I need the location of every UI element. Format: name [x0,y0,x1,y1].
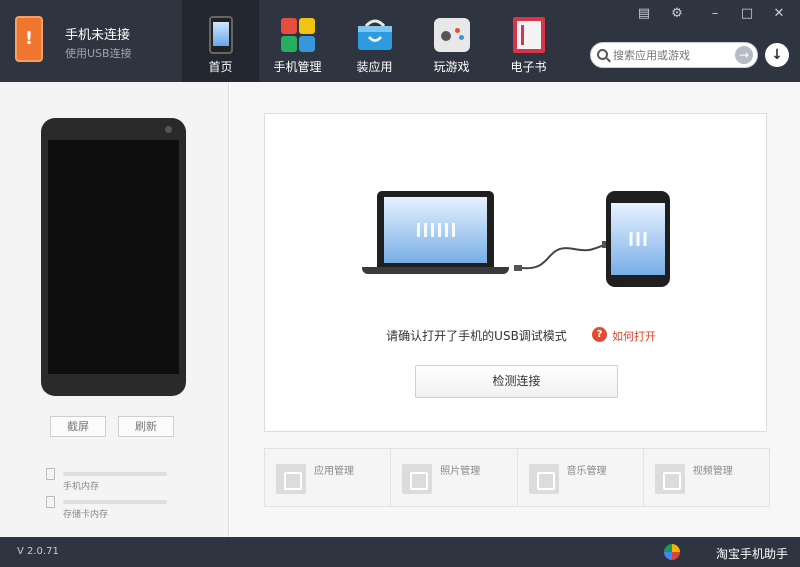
book-icon [512,17,545,53]
device-camera [165,126,172,133]
tab-home-label: 首页 [208,60,233,74]
usb-instruction-text: 请确认打开了手机的USB调试模式 [386,329,567,343]
status-bar: V 2.0.71 淘宝手机助手 [0,537,800,567]
close-icon[interactable]: ✕ [770,5,788,23]
quick-video-manage[interactable]: 视频管理 [644,449,769,506]
minimize-icon[interactable]: – [706,5,724,23]
usb-instruction: 请确认打开了手机的USB调试模式 [265,327,768,344]
search-input[interactable] [613,46,731,64]
phone-storage-icon [46,468,55,480]
how-to-open-link[interactable]: 如何打开 [612,328,656,344]
brand-logo-icon [664,544,680,560]
photo-icon [402,464,433,494]
apps-manage-icon [276,464,306,494]
quick-video-manage-label: 视频管理 [692,466,733,477]
manage-grid-icon [280,18,315,52]
sd-card-icon [46,496,55,508]
tab-ebooks-label: 电子书 [510,60,547,74]
refresh-button[interactable]: 刷新 [118,416,174,437]
tab-play-games[interactable]: 玩游戏 [413,0,490,82]
tab-home[interactable]: 首页 [182,0,259,82]
brand-name: 淘宝手机助手 [715,547,788,561]
loading-bars-icon [416,223,455,237]
card-storage-bar [63,500,167,504]
gear-icon[interactable]: ⚙ [668,5,686,23]
main-panel: 请确认打开了手机的USB调试模式 ? 如何打开 检测连接 应用管理 照片管理 音… [230,82,800,537]
device-preview [41,118,186,396]
maximize-icon[interactable]: □ [738,5,756,23]
quick-app-manage[interactable]: 应用管理 [265,449,392,506]
search-go-icon[interactable]: → [735,46,753,64]
phone-home-icon [208,16,233,54]
search-icon [597,49,608,60]
tab-phone-manage-label: 手机管理 [273,60,322,74]
usb-cable-icon [514,241,608,271]
detect-connection-button[interactable]: 检测连接 [415,365,618,398]
chat-icon[interactable]: ▤ [635,5,653,23]
music-icon [528,464,559,494]
download-button[interactable]: ↓ [765,43,789,67]
tab-play-games-label: 玩游戏 [433,60,470,74]
top-bar: ! 手机未连接 使用USB连接 首页 手机管理 装应用 玩游戏 电子书 ▤ ⚙ … [0,0,800,82]
phone-loading-icon [629,232,647,246]
video-icon [654,464,685,494]
connection-subtitle: 使用USB连接 [65,47,132,60]
quick-photo-manage[interactable]: 照片管理 [391,449,518,506]
quick-music-manage[interactable]: 音乐管理 [518,449,644,506]
version-label: V 2.0.71 [17,546,59,557]
quick-actions: 应用管理 照片管理 音乐管理 视频管理 [264,448,770,507]
phone-storage-label: 手机内存 [63,482,100,492]
device-screen [48,140,179,374]
connection-title: 手机未连接 [65,28,131,43]
phone-storage-bar [63,472,167,476]
tab-install-apps-label: 装应用 [356,60,393,74]
connection-status: ! 手机未连接 使用USB连接 [0,0,182,82]
quick-app-manage-label: 应用管理 [314,466,354,477]
device-panel: 截屏 刷新 手机内存 存储卡内存 [0,82,229,537]
gamepad-icon [433,18,470,52]
tab-phone-manage[interactable]: 手机管理 [259,0,336,82]
quick-music-manage-label: 音乐管理 [566,466,607,477]
phone-illustration [606,191,670,287]
connect-card: 请确认打开了手机的USB调试模式 ? 如何打开 检测连接 [264,113,767,432]
tab-ebooks[interactable]: 电子书 [490,0,567,82]
quick-photo-manage-label: 照片管理 [440,466,481,477]
search-box: → [590,42,758,68]
screenshot-button[interactable]: 截屏 [50,416,106,437]
card-storage-label: 存储卡内存 [63,510,109,520]
phone-warning-icon: ! [15,16,43,62]
tab-install-apps[interactable]: 装应用 [336,0,413,82]
app-store-icon [357,19,392,50]
help-icon[interactable]: ? [592,327,607,342]
